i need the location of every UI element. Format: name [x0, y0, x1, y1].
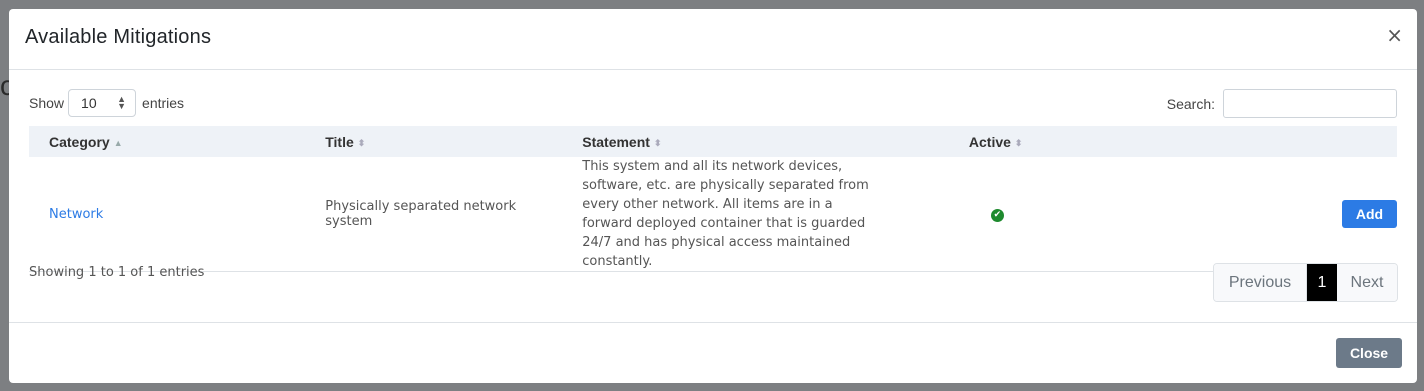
sort-both-icon: ⬍ [357, 137, 366, 148]
cell-category: Network [29, 157, 306, 272]
next-page-button[interactable]: Next [1337, 264, 1397, 301]
cell-active: ✔ [948, 157, 1074, 272]
entries-length-control: Show 10 ▲ ▼ entries [29, 89, 184, 117]
mitigations-table: Category▲ Title⬍ Statement⬍ Active⬍ [29, 126, 1397, 272]
entries-select-value: 10 [81, 95, 97, 111]
column-header-title[interactable]: Title ⬍ [305, 126, 562, 157]
column-header-statement[interactable]: Statement ⬍ [562, 126, 949, 157]
table-info: Showing 1 to 1 of 1 entries [29, 265, 205, 280]
search-label: Search: [1166, 95, 1215, 112]
page-1-button[interactable]: 1 [1307, 264, 1337, 301]
column-header-active[interactable]: Active ⬍ [949, 126, 1397, 157]
search-input[interactable] [1223, 89, 1397, 118]
check-circle-icon: ✔ [990, 209, 1004, 222]
entries-select[interactable]: 10 ▲ ▼ [68, 89, 137, 117]
statement-text: This system and all its network devices,… [582, 159, 869, 269]
sort-both-icon: ⬍ [1014, 137, 1023, 148]
previous-page-button[interactable]: Previous [1214, 264, 1307, 301]
show-label: Show [29, 95, 65, 111]
modal-header: Available Mitigations × [9, 9, 1417, 70]
table-header-row: Category ▲ Title ⬍ Statement ⬍ Active ⬍ [29, 126, 1397, 157]
table-row: Network Physically separated network sys… [29, 157, 1397, 272]
column-label: Statement [582, 133, 650, 150]
close-button[interactable]: Close [1336, 338, 1402, 368]
column-label: Title [325, 133, 354, 150]
cell-title: Physically separated network system [305, 157, 563, 272]
sort-both-icon: ⬍ [653, 137, 662, 148]
sort-asc-icon: ▲ [113, 137, 123, 148]
modal-body: Show 10 ▲ ▼ entries Search: Category ▲ Tit… [9, 70, 1417, 323]
column-label: Category [49, 133, 110, 150]
search-control: Search: [1167, 89, 1397, 118]
close-icon[interactable]: × [1386, 25, 1403, 45]
modal-footer: Close [9, 323, 1417, 385]
category-link[interactable]: Network [49, 207, 103, 222]
column-header-category[interactable]: Category ▲ [29, 126, 305, 157]
select-updown-icon: ▲ ▼ [117, 94, 127, 111]
modal-title: Available Mitigations [25, 26, 212, 48]
cell-action: Add [1074, 157, 1397, 272]
add-button[interactable]: Add [1342, 200, 1397, 228]
entries-label: entries [142, 95, 185, 111]
pagination: Previous 1 Next [1213, 263, 1398, 302]
column-label: Active [968, 133, 1011, 150]
available-mitigations-modal: Available Mitigations × Show 10 ▲ ▼ entri… [9, 9, 1417, 383]
cell-statement: This system and all its network devices,… [562, 157, 949, 272]
